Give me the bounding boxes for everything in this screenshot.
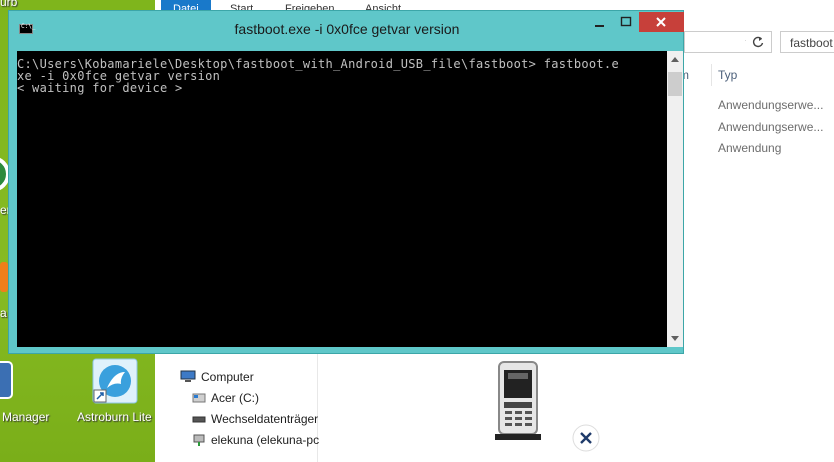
refresh-button[interactable] <box>746 31 772 53</box>
cmd-window-title: fastboot.exe -i 0x0fce getvar version <box>234 21 460 37</box>
column-divider[interactable] <box>711 64 712 86</box>
astroburn-icon[interactable] <box>92 358 138 404</box>
close-icon <box>656 17 666 27</box>
desktop-label-astroburn[interactable]: Astroburn Lite <box>77 410 152 424</box>
phone-icon[interactable] <box>495 360 543 440</box>
close-icon[interactable] <box>572 424 600 452</box>
scroll-thumb[interactable] <box>668 72 682 96</box>
maximize-button[interactable] <box>613 12 639 32</box>
computer-icon <box>180 370 196 382</box>
console-line: < waiting for device > <box>17 81 183 95</box>
cmd-window[interactable]: fastboot.exe -i 0x0fce getvar version C:… <box>8 10 684 354</box>
close-button[interactable] <box>639 12 684 32</box>
search-box[interactable]: fastboot <box>780 31 834 53</box>
desktop-label-a: a <box>0 306 7 320</box>
nav-network-drive[interactable]: elekuna (elekuna-pc <box>211 433 319 447</box>
orange-app-icon[interactable] <box>0 262 8 292</box>
cmd-title-bar[interactable]: fastboot.exe -i 0x0fce getvar version <box>9 11 685 43</box>
desktop-label-manager[interactable]: Manager <box>2 410 49 424</box>
drive-icon <box>192 393 206 403</box>
type-cell: Anwendung <box>718 141 782 155</box>
nav-removable-drive[interactable]: Wechseldatenträger <box>211 412 318 426</box>
nav-computer[interactable]: Computer <box>201 370 254 384</box>
desktop-label-urb: urb <box>0 0 18 9</box>
network-drive-icon <box>193 434 205 446</box>
minimize-button[interactable] <box>587 12 613 32</box>
manager-app-icon[interactable] <box>0 360 14 400</box>
console-text: C:\Users\Kobamariele\Desktop\fastboot_wi… <box>17 58 619 94</box>
type-cell: Anwendungserwe... <box>718 98 824 112</box>
refresh-icon <box>752 36 764 48</box>
column-header-type[interactable]: Typ <box>718 68 737 82</box>
search-text[interactable]: fastboot <box>790 36 833 50</box>
minimize-icon <box>595 25 604 27</box>
scroll-up-icon[interactable] <box>671 57 679 62</box>
maximize-icon <box>620 16 632 27</box>
scroll-down-icon[interactable] <box>671 336 679 341</box>
console-scrollbar[interactable] <box>667 51 683 347</box>
type-cell: Anwendungserwe... <box>718 120 824 134</box>
console-output[interactable]: C:\Users\Kobamariele\Desktop\fastboot_wi… <box>17 51 667 347</box>
removable-drive-icon <box>192 416 206 423</box>
nav-drive-c[interactable]: Acer (C:) <box>211 391 259 405</box>
